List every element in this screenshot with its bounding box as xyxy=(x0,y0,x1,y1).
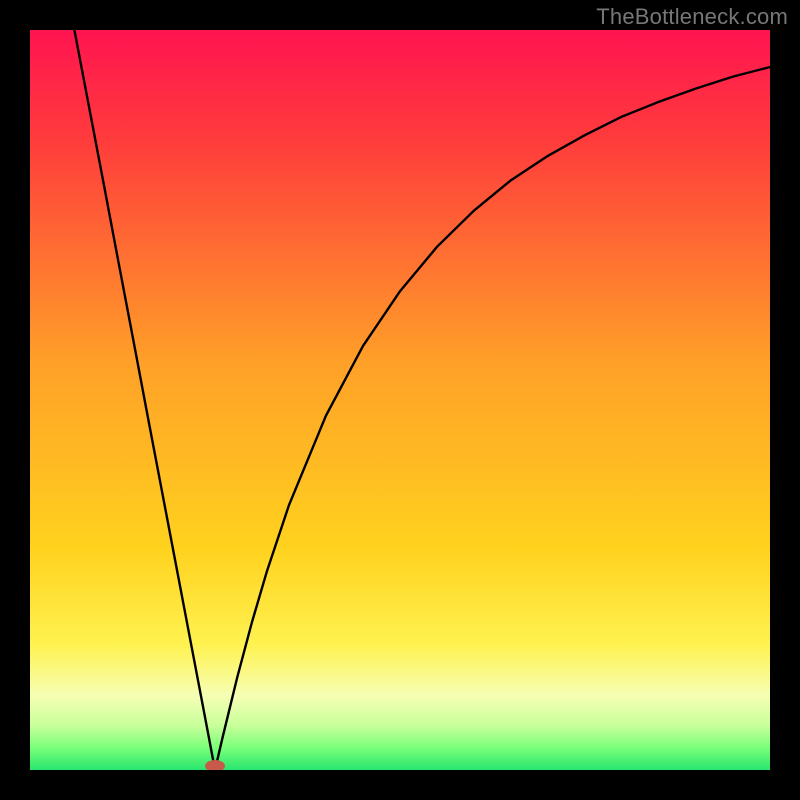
gradient-background xyxy=(30,30,770,770)
watermark-text: TheBottleneck.com xyxy=(596,4,788,30)
bottleneck-chart xyxy=(30,30,770,770)
chart-container: TheBottleneck.com xyxy=(0,0,800,800)
